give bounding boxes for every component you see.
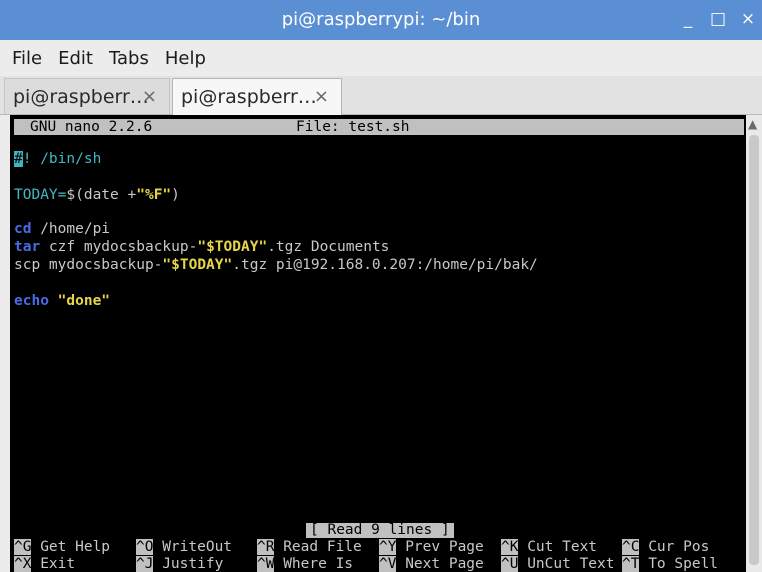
shortcut-prev-page: ^Y Prev Page <box>379 539 484 555</box>
scroll-up-icon[interactable]: ▲ <box>748 117 757 131</box>
menu-edit[interactable]: Edit <box>56 46 95 71</box>
code-line: #! /bin/sh <box>14 151 102 167</box>
menu-file[interactable]: File <box>10 46 44 71</box>
status-message: [ Read 9 lines ] <box>306 523 454 538</box>
scrollbar-thumb[interactable] <box>749 135 759 565</box>
minimize-button[interactable]: _ <box>680 9 696 29</box>
shortcut-justify: ^J Justify <box>136 556 224 572</box>
code-line: TODAY=$(date +"%F") <box>14 187 180 203</box>
tab-1[interactable]: pi@raspberr… × <box>4 78 170 114</box>
title-bar[interactable]: pi@raspberrypi: ~/bin _ □ × <box>0 0 762 40</box>
tab-close-icon[interactable]: × <box>142 86 157 107</box>
menu-bar: File Edit Tabs Help <box>0 40 762 76</box>
shortcut-writeout: ^O WriteOut <box>136 539 233 555</box>
terminal-area[interactable]: GNU nano 2.2.6 File: test.sh #! /bin/sh … <box>10 115 746 572</box>
tab-label: pi@raspberr… <box>181 86 317 108</box>
shortcut-get-help: ^G Get Help <box>14 539 111 555</box>
shortcut-next-page: ^V Next Page <box>379 556 484 572</box>
cursor: # <box>14 151 23 167</box>
code-line: scp mydocsbackup-"$TODAY".tgz pi@192.168… <box>14 257 538 273</box>
menu-tabs[interactable]: Tabs <box>107 46 151 71</box>
shortcut-uncut-text: ^U UnCut Text <box>501 556 615 572</box>
nano-version: GNU nano 2.2.6 <box>30 119 153 135</box>
window-title: pi@raspberrypi: ~/bin <box>281 9 481 30</box>
code-line: echo "done" <box>14 293 111 309</box>
shortcut-cut-text: ^K Cut Text <box>501 539 598 555</box>
tab-bar: pi@raspberr… × pi@raspberr… × <box>0 76 762 115</box>
terminal-window: pi@raspberrypi: ~/bin _ □ × File Edit Ta… <box>0 0 762 572</box>
code-line: cd /home/pi <box>14 221 111 237</box>
nano-header: GNU nano 2.2.6 File: test.sh <box>14 119 744 135</box>
shortcut-read-file: ^R Read File <box>257 539 362 555</box>
nano-filename: File: test.sh <box>296 119 410 135</box>
shortcut-exit: ^X Exit <box>14 556 76 572</box>
tab-2[interactable]: pi@raspberr… × <box>172 78 342 115</box>
shortcut-to-spell: ^T To Spell <box>622 556 719 572</box>
scrollbar[interactable]: ▲ <box>746 115 762 572</box>
tab-label: pi@raspberr… <box>13 85 149 108</box>
shortcut-where-is: ^W Where Is <box>257 556 354 572</box>
menu-help[interactable]: Help <box>163 46 208 71</box>
code-line: tar czf mydocsbackup-"$TODAY".tgz Docume… <box>14 239 390 255</box>
close-button[interactable]: × <box>740 9 756 29</box>
maximize-button[interactable]: □ <box>710 9 726 29</box>
tab-close-icon[interactable]: × <box>314 86 329 107</box>
shortcut-cur-pos: ^C Cur Pos <box>622 539 710 555</box>
